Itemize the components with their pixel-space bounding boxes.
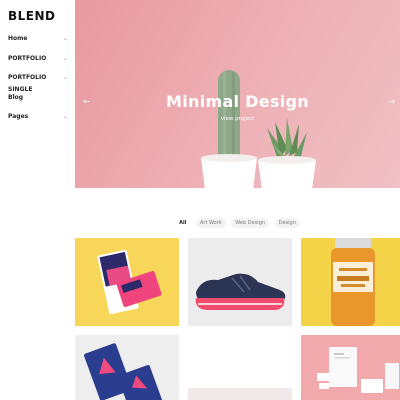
- sidebar-item-portfolio[interactable]: PORTFOLIO ⌄: [8, 53, 68, 73]
- hero-title: Minimal Design: [166, 92, 309, 111]
- arrow-left-icon[interactable]: ←: [83, 97, 90, 106]
- filter-design[interactable]: Design: [274, 218, 300, 228]
- sidebar-item-label: PORTFOLIO: [8, 54, 47, 62]
- sidebar-item-portfolio-single[interactable]: PORTFOLIO SINGLE ⌄: [8, 72, 68, 93]
- jar-image: [331, 238, 375, 326]
- filter-all[interactable]: All: [175, 218, 191, 228]
- stationery-image: [97, 249, 162, 315]
- portfolio-filters: All Art Work Web Design Design: [75, 218, 400, 228]
- branding-image: [317, 347, 399, 393]
- sneaker-image: [195, 273, 286, 310]
- portfolio-item-business-cards[interactable]: [75, 335, 179, 400]
- filter-web-design[interactable]: Web Design: [231, 218, 270, 228]
- site-logo[interactable]: BLEND: [8, 9, 56, 23]
- sidebar-item-label: Blog: [8, 93, 24, 101]
- chevron-down-icon: ⌄: [62, 74, 68, 81]
- sidebar: BLEND Home ⌄ PORTFOLIO ⌄ PORTFOLIO SINGL…: [0, 0, 75, 400]
- chevron-down-icon: ⌄: [62, 113, 68, 120]
- filter-art-work[interactable]: Art Work: [196, 218, 226, 228]
- business-cards-image: [84, 343, 163, 400]
- sidebar-item-blog[interactable]: Blog: [8, 92, 68, 112]
- sidebar-item-pages[interactable]: Pages ⌄: [8, 111, 68, 131]
- portfolio-item-blank-card[interactable]: [188, 388, 292, 400]
- sidebar-nav: Home ⌄ PORTFOLIO ⌄ PORTFOLIO SINGLE ⌄ Bl…: [8, 33, 68, 131]
- arrow-right-icon[interactable]: →: [388, 97, 395, 106]
- hero-slider: Minimal Design view project ← →: [75, 0, 400, 188]
- sidebar-item-home[interactable]: Home ⌄: [8, 33, 68, 53]
- portfolio-item-jar[interactable]: [301, 238, 400, 326]
- view-project-link[interactable]: view project: [75, 116, 400, 122]
- chevron-down-icon: ⌄: [62, 35, 68, 42]
- portfolio-item-sneaker[interactable]: [188, 238, 292, 326]
- sidebar-item-label: Home: [8, 35, 28, 42]
- chevron-down-icon: ⌄: [62, 54, 68, 62]
- portfolio-item-branding[interactable]: [301, 335, 400, 400]
- sidebar-item-label: PORTFOLIO SINGLE: [8, 74, 47, 93]
- sidebar-item-label: Pages: [8, 113, 29, 120]
- portfolio-item-stationery[interactable]: [75, 238, 179, 326]
